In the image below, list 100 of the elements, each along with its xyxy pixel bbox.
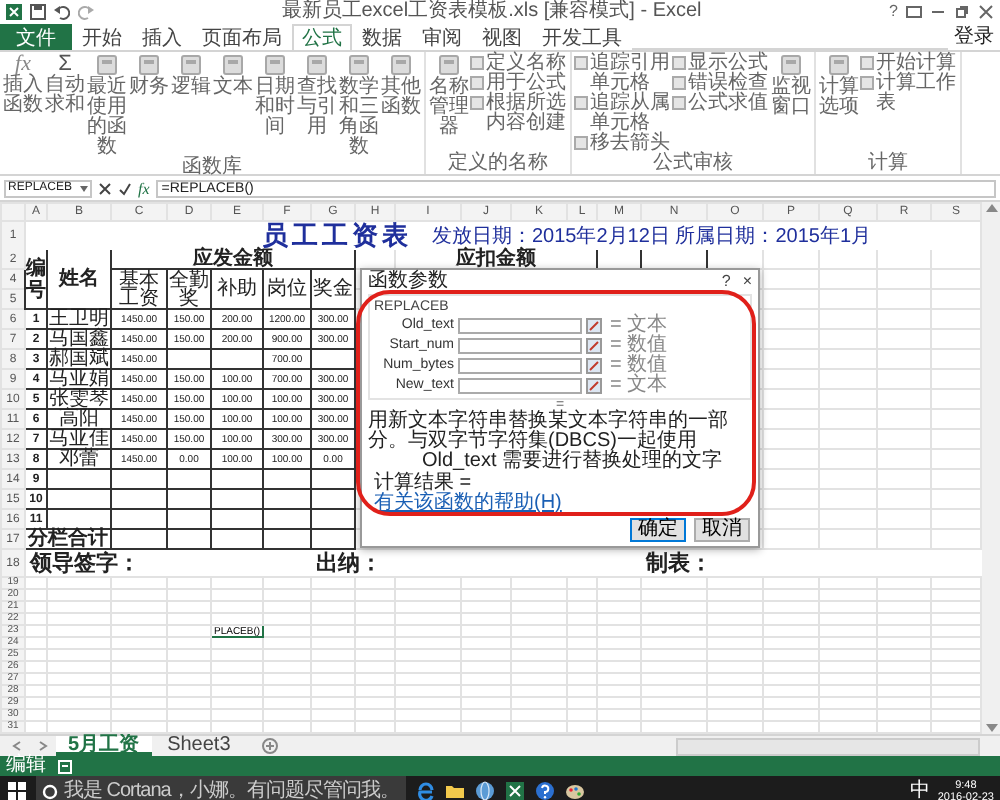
horizontal-scrollbar[interactable]: [676, 737, 980, 755]
table-cell: 邓蕾: [47, 449, 111, 469]
ribbon-menu-item[interactable]: 公式求值: [672, 94, 770, 114]
group-label: 公式审核: [651, 154, 735, 174]
column-heading: 编号: [26, 257, 46, 301]
help-icon[interactable]: [534, 780, 557, 800]
ribbon-tab[interactable]: 开始: [72, 24, 132, 50]
windows-icon[interactable]: [6, 780, 28, 800]
ribbon-button[interactable]: 监视窗口: [770, 52, 812, 118]
sheet-tab[interactable]: Sheet3: [155, 736, 243, 756]
save-icon[interactable]: [30, 4, 46, 20]
input-method-indicator[interactable]: 中: [909, 781, 930, 800]
collapse-dialog-icon[interactable]: [586, 318, 602, 334]
ribbon-button[interactable]: 查找与引用: [296, 52, 338, 138]
ribbon-button[interactable]: 名称管理器: [428, 52, 470, 138]
ribbon-button[interactable]: Σ 自动求和: [44, 52, 86, 116]
cancel-icon[interactable]: [98, 181, 112, 195]
check-icon[interactable]: [118, 181, 132, 195]
ribbon-menu-item[interactable]: 开始计算: [860, 54, 958, 74]
restore-icon[interactable]: [954, 4, 970, 20]
ribbon-display-icon[interactable]: [906, 4, 922, 20]
input-field[interactable]: [458, 378, 582, 394]
help-button[interactable]: ?: [889, 0, 898, 24]
ribbon-button[interactable]: 文本: [212, 52, 254, 98]
add-sheet-icon[interactable]: [262, 738, 279, 754]
ribbon-button[interactable]: 逻辑: [170, 52, 212, 98]
scroll-up-icon[interactable]: [985, 202, 997, 212]
result-label: 计算结果 =: [372, 472, 472, 494]
signature-label: 制表：: [643, 552, 712, 576]
ribbon-button[interactable]: 日期和时间: [254, 52, 296, 138]
search-field[interactable]: 我是 Cortana，小娜。有问题尽管问我。: [36, 776, 407, 800]
ribbon-button[interactable]: fx 插入函数: [2, 52, 44, 116]
signature-label: 出纳：: [314, 552, 382, 576]
ribbon-tab[interactable]: 页面布局: [192, 24, 292, 50]
ribbon-tab[interactable]: 审阅: [412, 24, 472, 50]
globe-icon[interactable]: [474, 780, 497, 800]
argument-result: = 数值: [610, 356, 668, 376]
input-field[interactable]: [458, 318, 582, 334]
argument-result: = 文本: [610, 316, 668, 336]
ribbon-button[interactable]: 其他函数: [380, 52, 422, 118]
status-mode: 编辑: [6, 756, 46, 776]
column-heading: 全勤奖: [168, 271, 210, 307]
collapse-dialog-icon[interactable]: [586, 338, 602, 354]
sheet-tab[interactable]: 5月工资: [56, 736, 152, 756]
ribbon-tab[interactable]: 开发工具: [532, 24, 632, 50]
ribbon-menu-item[interactable]: 移去箭头: [574, 134, 672, 154]
group-label: 计算: [866, 154, 910, 174]
table-cell: 郝国斌: [47, 349, 111, 369]
ribbon-menu-item[interactable]: 定义名称: [470, 54, 568, 74]
ribbon-menu-item[interactable]: 用于公式: [470, 74, 568, 94]
ribbon-button[interactable]: 计算选项: [818, 52, 860, 118]
ribbon-tab[interactable]: 数据: [352, 24, 412, 50]
date-note: 发放日期：2015年2月12日 所属日期：2015年1月: [432, 227, 872, 247]
argument-result: = 数值: [610, 336, 668, 356]
close-icon[interactable]: [978, 4, 994, 20]
table-cell: 张雯琴: [47, 389, 111, 409]
group-label: 定义的名称: [446, 154, 550, 174]
column-heading: 姓名: [59, 267, 99, 289]
sheet-title: 员工工资表: [262, 223, 412, 247]
ribbon-tab[interactable]: 视图: [472, 24, 532, 50]
ribbon-menu-item[interactable]: 追踪从属单元格: [574, 94, 672, 134]
input-field[interactable]: [458, 338, 582, 354]
column-heading: 应发金额: [193, 247, 273, 269]
help-button[interactable]: ?: [721, 271, 731, 291]
collapse-dialog-icon[interactable]: [586, 358, 602, 374]
insert-function-button[interactable]: fx: [138, 179, 150, 197]
signature-label: 领导签字：: [27, 552, 140, 576]
ribbon-menu-item[interactable]: 根据所选内容创建: [470, 94, 568, 134]
vertical-scrollbar[interactable]: [982, 202, 1000, 734]
macro-icon[interactable]: [58, 759, 72, 773]
palette-icon[interactable]: [564, 780, 587, 800]
undo-icon[interactable]: [54, 4, 70, 20]
column-heading: 基本工资: [117, 271, 161, 307]
sign-in-link[interactable]: 登录: [948, 24, 1000, 50]
ribbon-button[interactable]: 数学和三角函数: [338, 52, 380, 158]
ribbon-tab[interactable]: 插入: [132, 24, 192, 50]
help-link[interactable]: 有关该函数的帮助(H): [362, 490, 568, 514]
dialog-button[interactable]: 确定: [630, 518, 686, 542]
dialog-button[interactable]: 取消: [694, 518, 750, 542]
group-label: 函数库: [180, 158, 244, 178]
ribbon-menu-item[interactable]: 追踪引用单元格: [574, 54, 672, 94]
folder-icon[interactable]: [444, 780, 467, 800]
column-heading: 应扣金额: [456, 247, 536, 269]
collapse-dialog-icon[interactable]: [586, 378, 602, 394]
ribbon-button[interactable]: 财务: [128, 52, 170, 98]
column-heading: 补助: [217, 280, 257, 298]
ribbon-button[interactable]: 最近使用的函数: [86, 52, 128, 158]
table-cell: 马亚娟: [47, 369, 111, 389]
close-button[interactable]: ×: [742, 271, 752, 291]
table-cell: 马亚佳: [47, 429, 111, 449]
browser-icon[interactable]: [414, 780, 437, 800]
input-field[interactable]: [458, 358, 582, 374]
ribbon-tab[interactable]: 文件: [0, 24, 72, 50]
table-cell: 分栏合计: [25, 529, 111, 549]
excel-icon[interactable]: [504, 780, 527, 800]
function-description: 用新文本字符串替换某文本字符串的一部分。与双字节字符集(DBCS)一起使用: [366, 412, 730, 452]
ribbon-tab[interactable]: 公式: [292, 24, 352, 50]
ribbon-menu-item[interactable]: 计算工作表: [860, 74, 958, 114]
ribbon-menu-item[interactable]: 显示公式: [672, 54, 770, 74]
ribbon-menu-item[interactable]: 错误检查: [672, 74, 770, 94]
